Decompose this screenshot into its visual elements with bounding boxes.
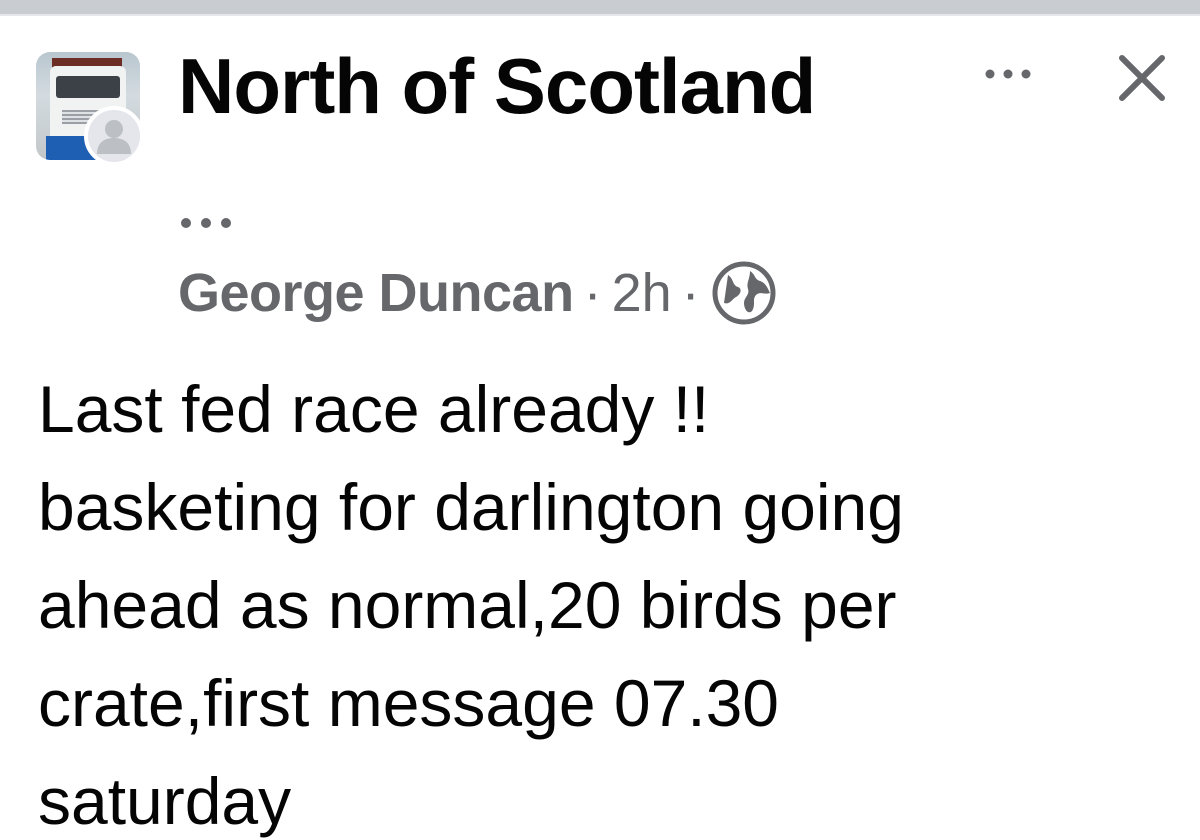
more-options-button[interactable] [976,56,1040,92]
more-horizontal-icon [985,69,1031,79]
post-more-options-button[interactable] [174,208,240,238]
post-text-line: basketing for darlington going [38,470,904,544]
post-text-line: saturday [38,764,292,838]
post-text-line: Last fed race already !! [38,372,710,446]
post-text: Last fed race already !! basketing for d… [38,360,1168,840]
meta-separator: · [583,263,602,323]
default-profile-icon [97,120,131,154]
group-name[interactable]: North of Scotland [178,38,816,134]
user-avatar[interactable] [84,106,144,166]
close-button[interactable] [1110,46,1174,110]
meta-separator: · [681,263,700,323]
author-name[interactable]: George Duncan [178,262,574,324]
group-avatar[interactable] [36,50,152,166]
more-horizontal-icon [181,218,231,228]
close-icon [1119,55,1165,101]
post-text-line: crate,first message 07.30 [38,666,780,740]
globe-icon[interactable] [710,259,778,327]
post-meta: George Duncan · 2h · [178,258,778,328]
facebook-post-screen: North of Scotland George Duncan · 2h · L… [0,0,1200,840]
post-text-line: ahead as normal,20 birds per [38,568,897,642]
post-timestamp[interactable]: 2h [612,262,672,324]
top-divider [0,0,1200,16]
